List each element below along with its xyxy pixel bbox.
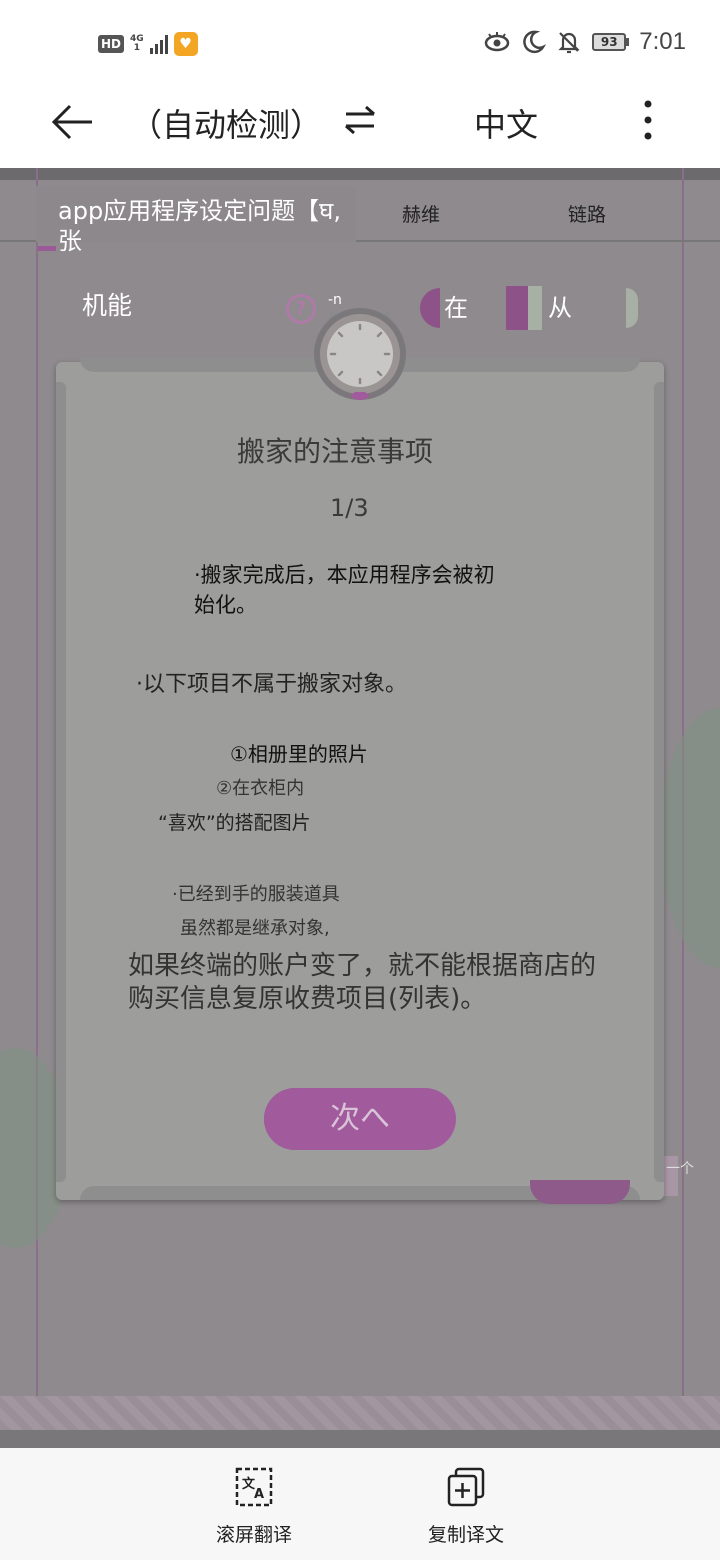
swap-languages-icon[interactable] bbox=[340, 100, 380, 140]
tab-links[interactable]: 链路 bbox=[568, 200, 606, 227]
status-bar: HD 4G 1 ♥ 93 7:01 bbox=[0, 0, 720, 88]
copy-translation-button[interactable]: 复制译文 bbox=[396, 1466, 536, 1547]
tab-indicator bbox=[38, 246, 56, 251]
bottom-band bbox=[0, 1430, 720, 1448]
clock-time: 7:01 bbox=[639, 28, 686, 55]
leaf-decoration bbox=[660, 708, 720, 968]
notice-item-album: ①相册里的照片 bbox=[230, 742, 368, 766]
status-right: 93 7:01 bbox=[484, 28, 686, 56]
network-type: 4G 1 bbox=[130, 35, 144, 53]
scroll-translate-icon: 文 A bbox=[235, 1467, 273, 1507]
bell-muted-icon bbox=[558, 32, 580, 54]
signal-icon bbox=[149, 34, 168, 54]
scroll-translate-button[interactable]: 文 A 滚屏翻译 bbox=[184, 1466, 324, 1547]
next-button[interactable]: 次へ bbox=[264, 1088, 456, 1150]
dialog-page-indicator: 1/3 bbox=[330, 494, 369, 522]
notice-text-account: 如果终端的账户变了，就不能根据商店的购买信息复原收费项目(列表)。 bbox=[128, 951, 597, 1014]
scroll-translate-label: 滚屏翻译 bbox=[215, 1524, 292, 1546]
svg-text:A: A bbox=[254, 1487, 264, 1502]
notice-item-favorites: “喜欢”的搭配图片 bbox=[158, 812, 311, 834]
notice-text-inherited: 虽然都是继承对象, bbox=[180, 918, 330, 939]
clock-icon bbox=[314, 308, 406, 400]
copy-add-icon bbox=[447, 1467, 485, 1507]
more-options-icon[interactable] bbox=[630, 96, 666, 144]
dialog-title: 搬家的注意事项 bbox=[236, 435, 433, 468]
feature-label: 机能 bbox=[82, 291, 133, 320]
status-left: HD 4G 1 ♥ bbox=[98, 32, 198, 56]
shield-app-icon: ♥ bbox=[173, 32, 198, 56]
copy-translation-label: 复制译文 bbox=[427, 1524, 504, 1546]
eye-comfort-icon bbox=[485, 32, 510, 52]
tab-hervey[interactable]: 赫维 bbox=[402, 200, 440, 227]
battery-level: 93 bbox=[592, 33, 627, 51]
notice-text-reset: ·搬家完成后，本应用程序会被初始化。 bbox=[194, 563, 495, 617]
segment-control: 在 从 bbox=[420, 286, 638, 330]
network-sub: 1 bbox=[133, 43, 140, 53]
source-language-selector[interactable]: （自动检测） bbox=[130, 100, 322, 146]
notice-dialog bbox=[56, 358, 664, 1200]
hd-badge: HD bbox=[98, 35, 125, 53]
back-arrow-icon[interactable] bbox=[48, 98, 96, 146]
hidden-button-edge bbox=[530, 1180, 630, 1204]
segment-option-left[interactable]: 在 bbox=[444, 288, 468, 323]
segment-option-right[interactable]: 从 bbox=[548, 288, 572, 323]
translator-bottom-bar: 文 A 滚屏翻译 复制译文 bbox=[0, 1448, 720, 1560]
moon-icon bbox=[523, 30, 547, 54]
side-tab-label: 一个 bbox=[666, 1161, 694, 1177]
notice-item-closet: ②在衣柜内 bbox=[216, 778, 305, 799]
tab-settings-issues[interactable]: app应用程序设定问题【घ,张 bbox=[58, 196, 348, 256]
translator-toolbar: （自动检测） 中文 bbox=[0, 88, 720, 168]
notice-text-items: ·已经到手的服装道具 bbox=[172, 884, 340, 905]
pattern-strip bbox=[0, 1396, 720, 1430]
battery-icon: 93 bbox=[592, 33, 630, 51]
target-language-selector[interactable]: 中文 bbox=[474, 100, 538, 146]
notice-text-excluded: ·以下项目不属于搬家对象。 bbox=[136, 672, 407, 697]
tab-bar: app应用程序设定问题【घ,张 赫维 链路 bbox=[0, 178, 720, 255]
